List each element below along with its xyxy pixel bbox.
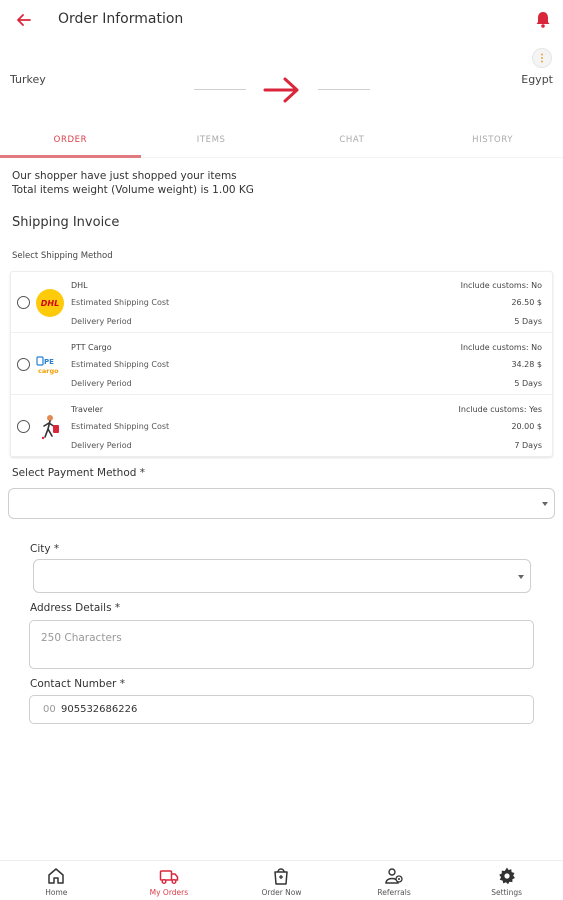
destination-country: Egypt [521,73,553,86]
nav-label: Home [45,888,68,897]
phone-prefix: 00 [43,704,56,715]
svg-text:PE: PE [44,358,54,366]
customs-info: Include customs: Yes [458,405,542,414]
dhl-logo: DHL [35,288,65,318]
period-label: Delivery Period [71,317,132,326]
origin-country: Turkey [10,73,46,86]
info-button[interactable] [532,48,552,68]
referrals-icon [385,868,403,884]
status-message: Our shopper have just shopped your items [12,170,237,182]
nav-label: Referrals [377,888,411,897]
address-label: Address Details * [30,602,121,614]
route-line-left [194,89,246,90]
nav-home[interactable]: Home [0,861,113,900]
notifications-button[interactable] [533,10,553,30]
cost-label: Estimated Shipping Cost [71,360,170,369]
nav-settings[interactable]: Settings [450,861,563,900]
nav-label: Order Now [261,888,302,897]
period-label: Delivery Period [71,441,132,450]
route-line-right [318,89,370,90]
back-arrow-icon [17,14,31,26]
shipping-invoice-title: Shipping Invoice [12,215,120,230]
shipping-radio-dhl[interactable] [17,296,30,309]
payment-method-label: Select Payment Method * [12,467,146,479]
customs-info: Include customs: No [460,343,542,352]
carrier-name: DHL [71,281,88,290]
delivery-period: 5 Days [514,317,542,326]
city-label: City * [30,543,60,555]
period-label: Delivery Period [71,379,132,388]
shipping-cost: 20.00 $ [511,422,542,431]
phone-number: 905532686226 [61,704,138,715]
carrier-name: Traveler [71,405,103,414]
tab-history[interactable]: HISTORY [422,128,563,157]
shipping-cost: 34.28 $ [511,360,542,369]
gear-icon [498,867,515,885]
delivery-period: 7 Days [514,441,542,450]
nav-referrals[interactable]: Referrals [338,861,451,900]
traveler-logo [35,412,65,442]
shopping-bag-icon [274,868,289,885]
svg-text:cargo: cargo [38,367,59,375]
nav-my-orders[interactable]: My Orders [113,861,226,900]
shipping-methods-card: DHL DHL Estimated Shipping Cost Delivery… [10,271,553,457]
svg-text:DHL: DHL [41,299,59,308]
contact-label: Contact Number * [30,678,125,690]
page-title: Order Information [58,11,184,27]
tab-order[interactable]: ORDER [0,128,141,158]
carrier-name: PTT Cargo [71,343,112,352]
cost-label: Estimated Shipping Cost [71,422,170,431]
cost-label: Estimated Shipping Cost [71,298,170,307]
weight-message: Total items weight (Volume weight) is 1.… [12,184,254,196]
shipping-radio-ptt-cargo[interactable] [17,358,30,371]
nav-order-now[interactable]: Order Now [225,861,338,900]
customs-info: Include customs: No [460,281,542,290]
bell-icon [536,12,550,28]
truck-icon [159,870,179,884]
shipping-cost: 26.50 $ [511,298,542,307]
city-select[interactable] [33,559,531,593]
shipping-option-dhl[interactable]: DHL DHL Estimated Shipping Cost Delivery… [11,272,552,333]
nav-label: My Orders [149,888,189,897]
ptt-cargo-logo: PE cargo [35,350,65,380]
select-shipping-label: Select Shipping Method [12,251,113,261]
chevron-down-icon [518,575,524,579]
nav-label: Settings [491,888,523,897]
payment-method-select[interactable] [8,488,555,519]
order-status: Our shopper have just shopped your items… [12,169,254,197]
address-input[interactable] [29,620,534,669]
chevron-down-icon [542,502,548,506]
back-button[interactable] [12,8,36,32]
shipping-route: Turkey Egypt [0,45,563,115]
delivery-period: 5 Days [514,379,542,388]
tab-items[interactable]: ITEMS [141,128,282,157]
bottom-navigation: Home My Orders Order Now Referrals Setti… [0,860,563,900]
more-vertical-icon [541,53,543,63]
tab-chat[interactable]: CHAT [282,128,423,157]
shipping-option-ptt-cargo[interactable]: PE cargo PTT Cargo Estimated Shipping Co… [11,334,552,395]
route-arrow-icon [262,75,302,105]
order-tabs: ORDER ITEMS CHAT HISTORY [0,128,563,158]
shipping-radio-traveler[interactable] [17,420,30,433]
app-header: Order Information [0,0,563,40]
shipping-option-traveler[interactable]: Traveler Estimated Shipping Cost Deliver… [11,396,552,457]
home-icon [48,868,65,884]
contact-number-input[interactable]: 00 905532686226 [29,695,534,724]
